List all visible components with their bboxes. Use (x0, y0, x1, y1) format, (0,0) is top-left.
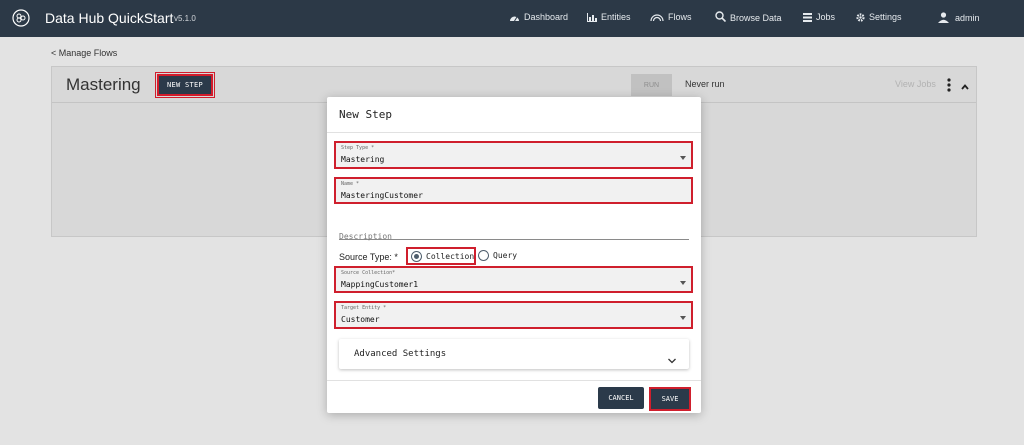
dialog-title: New Step (339, 108, 392, 121)
nav-dashboard[interactable]: Dashboard (509, 12, 568, 22)
step-type-value: Mastering (341, 155, 385, 164)
description-label: Description (339, 232, 392, 241)
flow-title: Mastering (66, 75, 141, 94)
name-field[interactable]: Name * MasteringCustomer (334, 177, 693, 204)
more-options-icon[interactable] (946, 78, 952, 92)
new-step-button[interactable]: NEW STEP (155, 72, 215, 98)
view-jobs-link[interactable]: View Jobs (895, 79, 936, 89)
dropdown-caret-icon (680, 316, 686, 320)
top-navbar: Data Hub QuickStart v5.1.0 Dashboard Ent… (0, 0, 1024, 37)
source-collection-label: Source Collection* (341, 270, 396, 276)
nav-flows-label: Flows (668, 12, 692, 22)
nav-dashboard-label: Dashboard (524, 12, 569, 22)
source-type-collection-radio[interactable]: Collection (406, 247, 476, 265)
list-icon (803, 12, 812, 22)
advanced-settings-label: Advanced Settings (354, 349, 447, 359)
search-icon (715, 11, 726, 22)
source-type-query-radio[interactable]: Query (478, 250, 517, 261)
nav-entities-label: Entities (601, 12, 631, 22)
source-collection-select[interactable]: Source Collection* MappingCustomer1 (334, 266, 693, 293)
run-status: Never run (685, 79, 725, 89)
back-to-manage-flows-link[interactable]: < Manage Flows (51, 48, 117, 58)
cancel-button[interactable]: CANCEL (598, 387, 644, 409)
source-type-label: Source Type: * (339, 252, 398, 262)
nav-settings-label: Settings (869, 12, 902, 22)
nav-jobs-label: Jobs (816, 12, 836, 22)
rainbow-icon (650, 14, 664, 21)
nav-browse-data-label: Browse Data (730, 13, 782, 23)
name-label: Name * (341, 181, 360, 187)
nav-entities[interactable]: Entities (587, 12, 631, 22)
query-option-label: Query (493, 251, 518, 260)
target-entity-label: Target Entity * (341, 305, 387, 311)
new-step-dialog: New Step Step Type * Mastering Name * Ma… (327, 97, 701, 413)
bar-chart-icon (587, 12, 597, 22)
target-entity-select[interactable]: Target Entity * Customer (334, 301, 693, 329)
gear-icon (856, 12, 865, 22)
app-version: v5.1.0 (174, 14, 196, 23)
name-value: MasteringCustomer (341, 191, 423, 200)
dialog-footer-divider (327, 380, 701, 381)
user-menu[interactable]: admin (938, 12, 980, 23)
user-name: admin (955, 12, 980, 23)
dropdown-caret-icon (680, 281, 686, 285)
collection-option-label: Collection (426, 251, 475, 261)
target-entity-value: Customer (341, 315, 380, 324)
datahub-logo-icon[interactable] (12, 9, 30, 27)
dialog-header-divider (327, 132, 701, 133)
save-button[interactable]: SAVE (649, 387, 691, 411)
user-icon (938, 12, 949, 23)
nav-jobs[interactable]: Jobs (803, 12, 835, 22)
nav-settings[interactable]: Settings (856, 12, 902, 22)
app-title: Data Hub QuickStart (45, 10, 174, 26)
description-field[interactable]: Description (339, 224, 689, 241)
step-type-label: Step Type * (341, 145, 375, 151)
speedometer-icon (510, 16, 519, 21)
run-button[interactable]: RUN (631, 74, 672, 96)
step-type-select[interactable]: Step Type * Mastering (334, 141, 693, 169)
chevron-down-icon (667, 350, 677, 369)
chevron-up-icon[interactable] (960, 79, 970, 97)
advanced-settings-expander[interactable]: Advanced Settings (339, 339, 689, 369)
nav-flows[interactable]: Flows (650, 12, 692, 22)
radio-unselected-icon (478, 250, 489, 261)
nav-browse-data[interactable]: Browse Data (715, 10, 782, 23)
radio-selected-icon (411, 250, 422, 262)
dropdown-caret-icon (680, 156, 686, 160)
source-collection-value: MappingCustomer1 (341, 280, 419, 289)
